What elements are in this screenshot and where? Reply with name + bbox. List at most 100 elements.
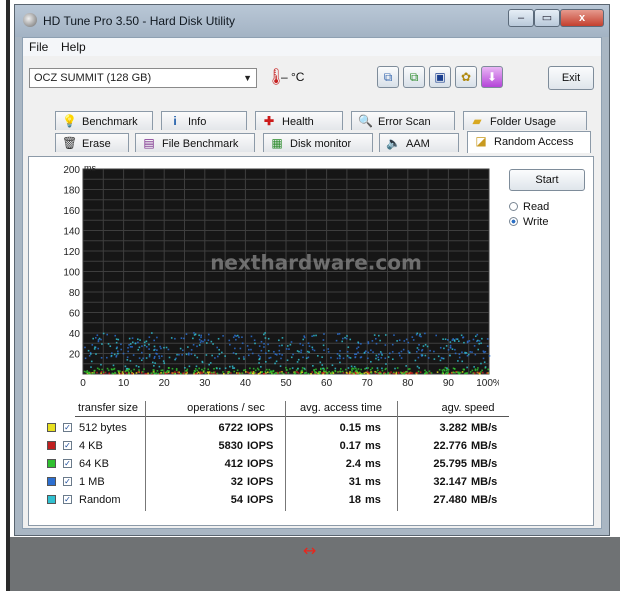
scatter-point xyxy=(414,359,417,362)
scatter-point xyxy=(153,365,155,367)
radio-write[interactable]: Write xyxy=(509,216,548,228)
scatter-point xyxy=(217,337,220,340)
tab-health[interactable]: ✚ Health xyxy=(255,111,343,130)
scatter-point xyxy=(120,372,122,375)
scatter-point xyxy=(110,354,113,357)
scatter-point xyxy=(94,369,96,372)
scatter-point xyxy=(467,353,470,356)
scatter-point xyxy=(285,371,288,374)
maximize-button[interactable]: ▭ xyxy=(534,9,560,27)
download-button[interactable]: ⬇ xyxy=(481,66,503,88)
tab-aam[interactable]: 🔈 AAM xyxy=(379,133,459,152)
series-toggle-checkbox[interactable]: ✓ xyxy=(63,423,72,432)
scatter-point xyxy=(205,354,208,356)
scatter-point xyxy=(117,352,119,355)
scatter-point xyxy=(267,343,269,346)
copy-all-button[interactable]: ⧉ xyxy=(403,66,425,88)
scatter-point xyxy=(232,336,235,339)
scatter-point xyxy=(93,348,96,350)
scatter-point xyxy=(346,355,349,357)
series-toggle-checkbox[interactable]: ✓ xyxy=(63,495,72,504)
tab-info[interactable]: i Info xyxy=(161,111,247,130)
scatter-point xyxy=(320,368,322,371)
save-button[interactable]: ▣ xyxy=(429,66,451,88)
scatter-point xyxy=(261,371,263,373)
scatter-point xyxy=(141,370,144,373)
scatter-point xyxy=(461,360,464,363)
copy-button[interactable]: ⧉ xyxy=(377,66,399,88)
scatter-point xyxy=(330,372,333,375)
transfer-size-label: 512 bytes xyxy=(79,422,127,434)
scatter-point xyxy=(410,372,412,374)
scatter-point xyxy=(278,353,281,355)
scatter-point xyxy=(91,372,94,375)
tab-folder-usage[interactable]: ▰ Folder Usage xyxy=(463,111,587,130)
scatter-point xyxy=(449,354,451,357)
scatter-point xyxy=(100,372,102,374)
scatter-point xyxy=(187,352,190,355)
scatter-point xyxy=(141,351,143,354)
scatter-point xyxy=(170,372,173,374)
scatter-point xyxy=(274,362,276,365)
scatter-point xyxy=(235,338,237,341)
scatter-point xyxy=(349,371,351,373)
menu-file[interactable]: File xyxy=(29,40,48,54)
drive-select[interactable]: OCZ SUMMIT (128 GB) ▼ xyxy=(29,68,257,88)
exit-button[interactable]: Exit xyxy=(548,66,594,90)
scatter-point xyxy=(399,354,401,357)
header-speed: agv. speed xyxy=(441,402,495,414)
close-button[interactable]: x xyxy=(560,9,604,27)
tab-label: Random Access xyxy=(494,136,574,148)
scatter-point xyxy=(100,338,102,341)
tab-file-benchmark[interactable]: ▤ File Benchmark xyxy=(135,133,255,152)
start-button[interactable]: Start xyxy=(509,169,585,191)
scatter-point xyxy=(145,340,148,343)
series-toggle-checkbox[interactable]: ✓ xyxy=(63,441,72,450)
scatter-point xyxy=(207,368,210,371)
tab-erase[interactable]: 🗑 Erase xyxy=(55,133,129,152)
scatter-point xyxy=(454,371,456,374)
scatter-point xyxy=(442,357,445,360)
series-toggle-checkbox[interactable]: ✓ xyxy=(63,477,72,486)
radio-read[interactable]: Read xyxy=(509,201,549,213)
scatter-point xyxy=(131,337,134,339)
scatter-point xyxy=(155,352,157,355)
scatter-point xyxy=(481,369,483,372)
tab-error-scan[interactable]: 🔍 Error Scan xyxy=(351,111,455,130)
scatter-point xyxy=(196,356,199,359)
scatter-point xyxy=(381,354,383,356)
scatter-point xyxy=(111,352,113,354)
scatter-point xyxy=(213,367,215,370)
scatter-point xyxy=(317,372,319,375)
options-button[interactable]: ✿ xyxy=(455,66,477,88)
operations-unit: IOPS xyxy=(247,494,274,506)
tab-label: Error Scan xyxy=(378,116,431,128)
scatter-point xyxy=(463,341,465,344)
header-transfer-size: transfer size xyxy=(78,402,138,414)
scatter-point xyxy=(87,349,90,352)
scatter-point xyxy=(133,368,135,371)
tab-random-access[interactable]: ◪ Random Access xyxy=(467,131,591,153)
series-toggle-checkbox[interactable]: ✓ xyxy=(63,459,72,468)
tab-benchmark[interactable]: 💡 Benchmark xyxy=(55,111,153,130)
menu-help[interactable]: Help xyxy=(61,40,86,54)
tab-disk-monitor[interactable]: ▦ Disk monitor xyxy=(263,133,373,152)
scatter-point xyxy=(182,372,184,375)
scatter-point xyxy=(347,346,350,349)
scatter-point xyxy=(107,369,110,372)
scatter-point xyxy=(384,344,387,346)
scatter-point xyxy=(286,345,289,347)
scatter-point xyxy=(130,370,132,372)
scatter-point xyxy=(207,339,210,342)
scatter-point xyxy=(465,372,468,375)
scatter-point xyxy=(453,368,456,370)
title-bar[interactable]: HD Tune Pro 3.50 - Hard Disk Utility – ▭… xyxy=(15,5,609,37)
scatter-point xyxy=(474,335,477,338)
scatter-point xyxy=(140,359,143,362)
scatter-point xyxy=(190,349,193,351)
minimize-button[interactable]: – xyxy=(508,9,534,27)
scatter-point xyxy=(92,337,95,340)
scatter-point xyxy=(391,343,394,346)
scatter-point xyxy=(290,341,293,343)
scatter-point xyxy=(296,350,299,352)
